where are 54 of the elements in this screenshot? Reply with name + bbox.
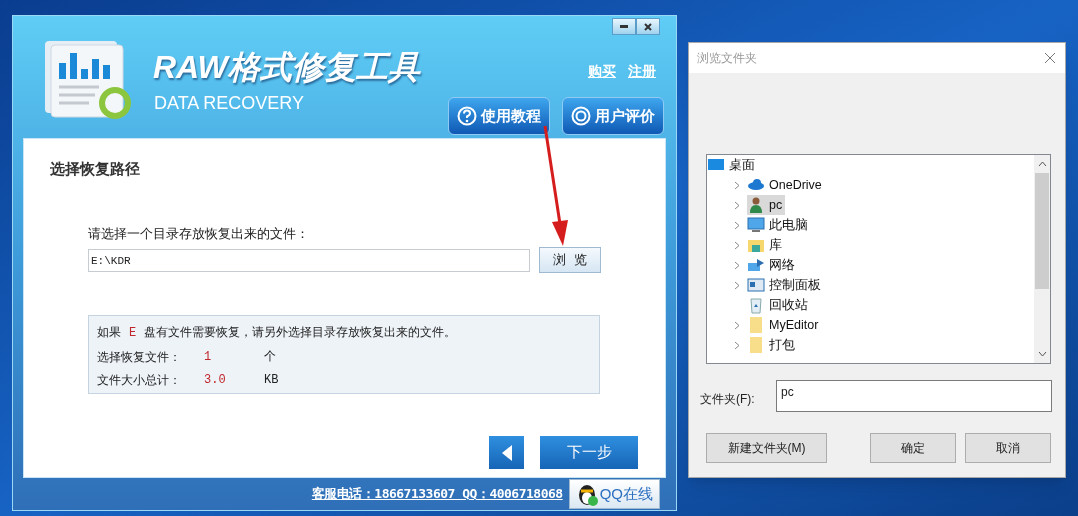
path-label: 请选择一个目录存放恢复出来的文件： xyxy=(88,225,309,243)
browse-button[interactable]: 浏 览 xyxy=(539,247,601,273)
folder-icon xyxy=(747,316,765,334)
contact-info: 客服电话：18667133607 QQ：4006718068 xyxy=(311,485,563,504)
folder-field[interactable]: pc xyxy=(776,380,1052,412)
tree-item[interactable]: 桌面 xyxy=(707,155,758,175)
info-label: 选择恢复文件： xyxy=(97,348,182,366)
info-value: 1 xyxy=(204,348,213,366)
recycle-bin-icon xyxy=(747,296,765,314)
tree-item[interactable]: 网络 xyxy=(747,255,798,275)
tree-item[interactable]: 此电脑 xyxy=(747,215,811,235)
qq-online-button[interactable]: QQ在线 xyxy=(568,479,660,509)
help-icon xyxy=(457,106,477,126)
back-button[interactable] xyxy=(489,436,524,469)
info-value: 3.0 xyxy=(204,371,227,389)
tree-item[interactable]: 回收站 xyxy=(747,295,811,315)
tree-item[interactable]: 库 xyxy=(747,235,785,255)
folder-label: 文件夹(F): xyxy=(700,391,755,408)
header-button[interactable]: 使用教程 xyxy=(448,97,550,135)
info-unit: 个 xyxy=(264,348,276,366)
next-button[interactable]: 下一步 xyxy=(540,436,638,469)
dialog-button[interactable]: 确定 xyxy=(870,433,956,463)
dialog-button[interactable]: 取消 xyxy=(965,433,1051,463)
app-title: RAW格式修复工具 xyxy=(153,51,420,83)
section-title: 选择恢复路径 xyxy=(50,159,140,179)
badge-icon xyxy=(571,106,591,126)
network-icon xyxy=(747,256,765,274)
scroll-up-icon xyxy=(1037,161,1047,167)
tree-item[interactable]: pc xyxy=(747,195,786,215)
user-icon xyxy=(747,196,765,214)
dialog-title: 浏览文件夹 xyxy=(697,50,757,67)
minimize-icon xyxy=(620,25,628,28)
close-icon xyxy=(1044,52,1056,64)
monitor-icon xyxy=(747,216,765,234)
control-panel-icon xyxy=(747,276,765,294)
header-button[interactable]: 用户评价 xyxy=(562,97,664,135)
tree-item[interactable]: OneDrive xyxy=(747,175,825,195)
scroll-down-icon xyxy=(1037,351,1047,357)
folder-icon xyxy=(747,336,765,354)
scrollbar-thumb[interactable] xyxy=(1035,173,1049,289)
info-message: 如果 E 盘有文件需要恢复，请另外选择目录存放恢复出来的文件。 xyxy=(97,324,457,342)
close-icon xyxy=(644,22,652,31)
left-arrow-icon xyxy=(501,444,512,461)
close-button[interactable] xyxy=(636,18,660,35)
tree-item[interactable]: 控制面板 xyxy=(747,275,824,295)
info-unit: KB xyxy=(264,371,279,389)
tree-item[interactable]: MyEditor xyxy=(747,315,822,335)
scrollbar[interactable] xyxy=(1034,155,1050,363)
info-label: 文件大小总计： xyxy=(97,371,182,389)
path-field[interactable]: E:\KDR xyxy=(88,249,530,272)
tree-item[interactable]: 打包 xyxy=(747,335,798,355)
minimize-button[interactable] xyxy=(612,18,636,35)
dialog-button[interactable]: 新建文件夹(M) xyxy=(706,433,827,463)
app-subtitle: DATA RECOVERY xyxy=(154,94,305,112)
